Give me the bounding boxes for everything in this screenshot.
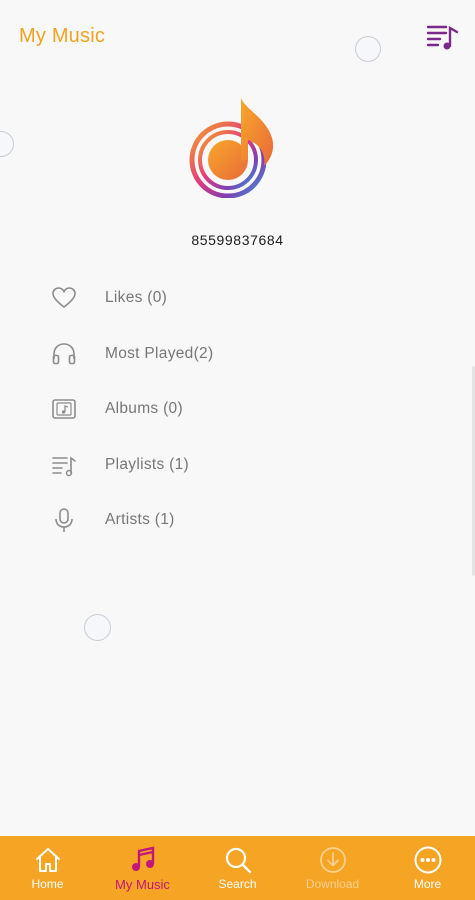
nav-home[interactable]: Home (0, 836, 95, 900)
menu-item-likes[interactable]: Likes (0) (48, 278, 428, 318)
nav-label: Download (305, 877, 360, 891)
more-icon (413, 845, 443, 875)
decorative-bubble (84, 614, 111, 641)
search-icon (223, 845, 253, 875)
bottom-navigation: Home My Music Search Download More (0, 836, 475, 900)
home-icon (33, 845, 63, 875)
playlist-queue-button[interactable] (424, 20, 460, 54)
decorative-bubble (355, 36, 381, 62)
nav-label: Home (31, 877, 64, 891)
playlist-music-icon (426, 25, 459, 50)
menu-label: Likes (0) (105, 289, 168, 306)
menu-item-artists[interactable]: Artists (1) (48, 500, 428, 540)
music-note-icon (128, 845, 158, 875)
top-bar: My Music (0, 0, 475, 76)
nav-download[interactable]: Download (285, 836, 380, 900)
album-icon (48, 394, 80, 424)
menu-label: Most Played(2) (105, 345, 214, 362)
music-note-logo (189, 98, 274, 198)
nav-label: My Music (115, 877, 170, 892)
microphone-icon (48, 505, 80, 535)
menu-label: Albums (0) (105, 400, 183, 417)
headphones-icon (48, 339, 80, 369)
heart-icon (48, 283, 80, 313)
page-title: My Music (19, 25, 106, 47)
menu-item-albums[interactable]: Albums (0) (48, 389, 428, 429)
user-phone-number: 85599837684 (191, 232, 284, 248)
menu-item-most-played[interactable]: Most Played(2) (48, 334, 428, 374)
download-icon (318, 845, 348, 875)
nav-my-music[interactable]: My Music (95, 836, 190, 900)
nav-label: Search (218, 877, 257, 891)
menu-label: Artists (1) (105, 511, 175, 528)
nav-search[interactable]: Search (190, 836, 285, 900)
menu-label: Playlists (1) (105, 456, 189, 473)
decorative-bubble (0, 131, 14, 157)
nav-label: More (413, 877, 442, 891)
menu-item-playlists[interactable]: Playlists (1) (48, 445, 428, 485)
playlist-icon (48, 450, 80, 480)
nav-more[interactable]: More (380, 836, 475, 900)
